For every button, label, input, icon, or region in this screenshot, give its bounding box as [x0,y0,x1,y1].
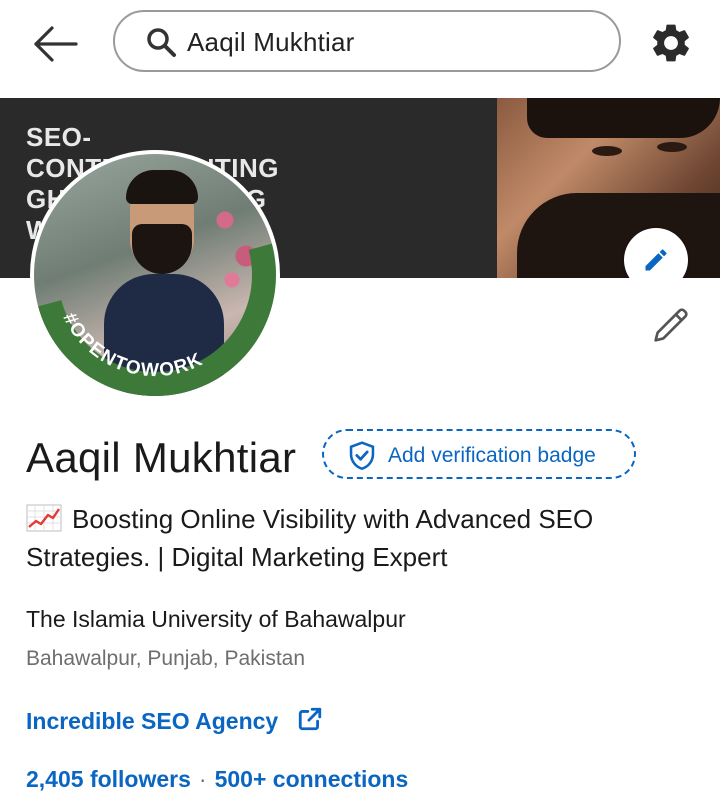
add-verification-badge-button[interactable]: Add verification badge [322,429,636,479]
profile-photo[interactable]: #OPENTOWORK [30,150,280,400]
settings-button[interactable] [648,20,694,66]
verify-label: Add verification badge [388,444,596,467]
external-link-icon [298,707,321,731]
separator-dot: · [198,766,207,792]
pencil-icon [645,249,667,271]
network-stats: 2,405 followers · 500+ connections [26,766,408,793]
gear-icon [653,24,689,62]
edit-profile-button[interactable] [648,302,694,348]
pencil-icon [654,308,688,342]
top-bar: Aaqil Mukhtiar [0,0,720,98]
search-input[interactable]: Aaqil Mukhtiar [113,10,621,72]
headline-text: Boosting Online Visibility with Advanced… [26,504,594,572]
profile-name: Aaqil Mukhtiar [26,434,297,481]
open-to-work-frame: #OPENTOWORK [38,243,276,397]
chart-increasing-icon [26,504,62,532]
followers-link[interactable]: 2,405 followers [26,766,191,792]
education[interactable]: The Islamia University of Bahawalpur [26,606,406,633]
search-query-text: Aaqil Mukhtiar [187,27,355,57]
back-button[interactable] [28,22,84,66]
website-label: Incredible SEO Agency [26,708,279,734]
connections-link[interactable]: 500+ connections [215,766,409,792]
profile-headline: Boosting Online Visibility with Advanced… [26,500,696,576]
location: Bahawalpur, Punjab, Pakistan [26,647,306,670]
shield-check-icon [349,441,375,471]
back-arrow-icon [34,26,78,62]
search-icon [147,28,176,57]
website-link[interactable]: Incredible SEO Agency [26,706,323,735]
